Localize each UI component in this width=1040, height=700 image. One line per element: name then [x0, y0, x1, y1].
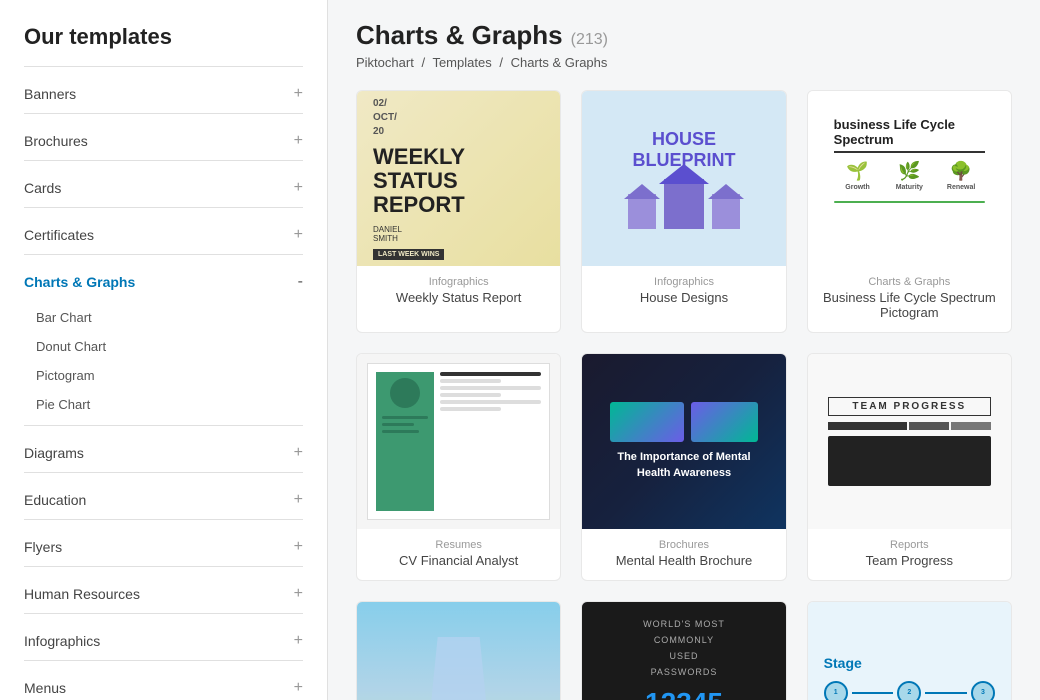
sidebar-divider [24, 519, 303, 520]
sidebar-item-menus[interactable]: Menus + [0, 669, 327, 700]
app-container: Our templates Banners + Brochures + Card… [0, 0, 1040, 700]
template-card-1[interactable]: 02/OCT/20 WEEKLYSTATUSREPORT DANIELSMITH… [356, 90, 561, 333]
sidebar-divider [24, 472, 303, 473]
sidebar-item-banners[interactable]: Banners + [0, 75, 327, 113]
sidebar-item-pie-chart[interactable]: Pie Chart [0, 390, 327, 419]
template-info-4: Resumes CV Financial Analyst [357, 529, 560, 580]
sidebar-divider [24, 566, 303, 567]
template-info-3: Charts & Graphs Business Life Cycle Spec… [808, 266, 1011, 332]
sidebar-item-bar-chart[interactable]: Bar Chart [0, 303, 327, 332]
sidebar-divider [24, 113, 303, 114]
sidebar-divider [24, 207, 303, 208]
expand-icon: + [294, 132, 303, 150]
template-thumb-9: Stage 1 2 3 HOW LONG DOES STAGE OF LAST? [808, 602, 1011, 700]
expand-icon: + [294, 538, 303, 556]
sidebar-item-charts-graphs[interactable]: Charts & Graphs - [0, 263, 327, 301]
sidebar-item-cards[interactable]: Cards + [0, 169, 327, 207]
sidebar-title: Our templates [0, 16, 327, 66]
template-thumb-8: WORLD'S MOST COMMONLY USED PASSWORDS 123… [582, 602, 785, 700]
sidebar-item-pictogram[interactable]: Pictogram [0, 361, 327, 390]
collapse-icon: - [298, 273, 303, 291]
template-category-2: Infographics [594, 276, 773, 288]
template-thumb-5: The Importance of Mental Health Awarenes… [582, 354, 785, 529]
expand-icon: + [294, 679, 303, 697]
template-card-7[interactable] [356, 601, 561, 700]
template-card-6[interactable]: TEAM PROGRESS Reports Team Progress [807, 353, 1012, 581]
expand-icon: + [294, 444, 303, 462]
template-thumb-6: TEAM PROGRESS [808, 354, 1011, 529]
template-category-1: Infographics [369, 276, 548, 288]
template-thumb-4 [357, 354, 560, 529]
sidebar: Our templates Banners + Brochures + Card… [0, 0, 328, 700]
template-info-1: Infographics Weekly Status Report [357, 266, 560, 317]
template-card-8[interactable]: WORLD'S MOST COMMONLY USED PASSWORDS 123… [581, 601, 786, 700]
template-name-6: Team Progress [820, 553, 999, 568]
expand-icon: + [294, 585, 303, 603]
template-card-5[interactable]: The Importance of Mental Health Awarenes… [581, 353, 786, 581]
page-title-count: (213) [571, 31, 608, 49]
breadcrumb-part-1[interactable]: Piktochart [356, 55, 414, 70]
templates-grid: 02/OCT/20 WEEKLYSTATUSREPORT DANIELSMITH… [356, 90, 1012, 700]
template-card-9[interactable]: Stage 1 2 3 HOW LONG DOES STAGE OF LAST? [807, 601, 1012, 700]
template-name-3: Business Life Cycle Spectrum Pictogram [820, 290, 999, 320]
template-category-3: Charts & Graphs [820, 276, 999, 288]
sidebar-item-education[interactable]: Education + [0, 481, 327, 519]
breadcrumb-part-2[interactable]: Templates [432, 55, 491, 70]
template-name-5: Mental Health Brochure [594, 553, 773, 568]
template-name-1: Weekly Status Report [369, 290, 548, 305]
template-info-2: Infographics House Designs [582, 266, 785, 317]
page-title: Charts & Graphs (213) [356, 20, 1012, 51]
sidebar-item-donut-chart[interactable]: Donut Chart [0, 332, 327, 361]
sidebar-item-infographics[interactable]: Infographics + [0, 622, 327, 660]
breadcrumb-part-3[interactable]: Charts & Graphs [511, 55, 608, 70]
expand-icon: + [294, 632, 303, 650]
template-category-6: Reports [820, 539, 999, 551]
sidebar-item-brochures[interactable]: Brochures + [0, 122, 327, 160]
template-thumb-3: business Life Cycle Spectrum 🌱 Growth 🌿 … [808, 91, 1011, 266]
template-thumb-7 [357, 602, 560, 700]
template-info-5: Brochures Mental Health Brochure [582, 529, 785, 580]
template-card-3[interactable]: business Life Cycle Spectrum 🌱 Growth 🌿 … [807, 90, 1012, 333]
template-name-2: House Designs [594, 290, 773, 305]
sidebar-divider [24, 425, 303, 426]
expand-icon: + [294, 85, 303, 103]
page-title-text: Charts & Graphs [356, 20, 563, 51]
expand-icon: + [294, 226, 303, 244]
sidebar-sub-charts: Bar Chart Donut Chart Pictogram Pie Char… [0, 301, 327, 425]
template-info-6: Reports Team Progress [808, 529, 1011, 580]
sidebar-divider [24, 66, 303, 67]
sidebar-divider [24, 660, 303, 661]
page-header: Charts & Graphs (213) Piktochart / Templ… [356, 20, 1012, 70]
main-content: Charts & Graphs (213) Piktochart / Templ… [328, 0, 1040, 700]
expand-icon: + [294, 179, 303, 197]
template-thumb-1: 02/OCT/20 WEEKLYSTATUSREPORT DANIELSMITH… [357, 91, 560, 266]
sidebar-divider [24, 254, 303, 255]
breadcrumb: Piktochart / Templates / Charts & Graphs [356, 55, 1012, 70]
sidebar-divider [24, 613, 303, 614]
sidebar-item-flyers[interactable]: Flyers + [0, 528, 327, 566]
template-card-2[interactable]: HOUSEBLUEPRINT Infographics House Design… [581, 90, 786, 333]
template-thumb-2: HOUSEBLUEPRINT [582, 91, 785, 266]
template-category-4: Resumes [369, 539, 548, 551]
sidebar-divider [24, 160, 303, 161]
template-category-5: Brochures [594, 539, 773, 551]
template-name-4: CV Financial Analyst [369, 553, 548, 568]
sidebar-item-certificates[interactable]: Certificates + [0, 216, 327, 254]
expand-icon: + [294, 491, 303, 509]
sidebar-item-human-resources[interactable]: Human Resources + [0, 575, 327, 613]
sidebar-item-diagrams[interactable]: Diagrams + [0, 434, 327, 472]
template-card-4[interactable]: Resumes CV Financial Analyst [356, 353, 561, 581]
